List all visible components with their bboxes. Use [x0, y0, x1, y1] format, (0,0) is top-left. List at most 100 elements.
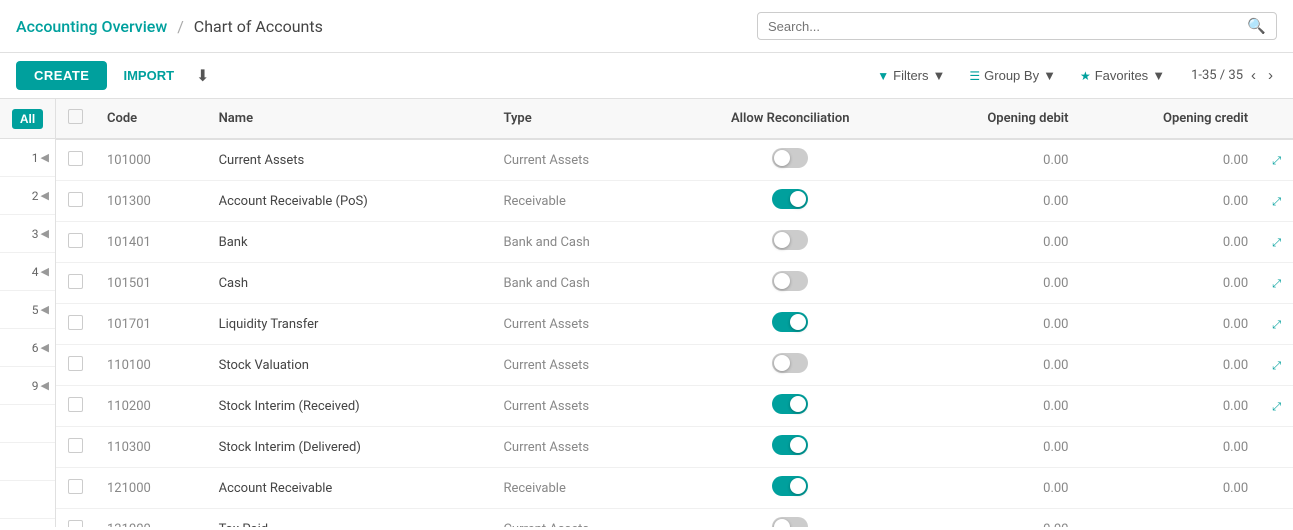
cell-expand[interactable] [1260, 427, 1293, 468]
toolbar-right: ▼ Filters ▼ ☰ Group By ▼ ★ Favorites ▼ 1… [867, 62, 1277, 89]
expand-arrow-5[interactable]: ◀ [41, 303, 49, 316]
row-checkbox[interactable] [68, 233, 83, 248]
reconciliation-toggle[interactable] [772, 189, 808, 209]
expand-arrow-3[interactable]: ◀ [41, 227, 49, 240]
table-row: 110100 Stock Valuation Current Assets 0.… [56, 345, 1293, 386]
reconciliation-toggle[interactable] [772, 312, 808, 332]
main-table: Code Name Type Allow Reconciliation Open… [56, 99, 1293, 527]
reconciliation-toggle[interactable] [772, 230, 808, 250]
download-button[interactable]: ⬇ [190, 62, 215, 90]
expand-arrow-7[interactable]: ◀ [41, 379, 49, 392]
toggle-knob [790, 314, 806, 330]
expand-arrow-6[interactable]: ◀ [41, 341, 49, 354]
expand-arrow-1[interactable]: ◀ [41, 151, 49, 164]
cell-reconciliation[interactable] [673, 468, 907, 509]
cell-opening-debit: 0.00 [908, 181, 1081, 222]
left-row-9 [0, 443, 55, 481]
cell-reconciliation[interactable] [673, 427, 907, 468]
reconciliation-toggle[interactable] [772, 517, 808, 527]
pagination: 1-35 / 35 ‹ › [1191, 65, 1277, 86]
expand-arrow-4[interactable]: ◀ [41, 265, 49, 278]
search-icon: 🔍 [1247, 17, 1266, 35]
cell-opening-credit: 0.00 [1081, 345, 1261, 386]
row-checkbox[interactable] [68, 315, 83, 330]
cell-opening-debit: 0.00 [908, 468, 1081, 509]
reconciliation-toggle[interactable] [772, 148, 808, 168]
col-header-name: Name [207, 99, 492, 139]
row-num-3: 3 [32, 227, 39, 241]
favorites-button[interactable]: ★ Favorites ▼ [1070, 62, 1175, 89]
row-expand-icon[interactable]: ⤢ [1272, 277, 1281, 290]
search-input[interactable] [768, 19, 1247, 34]
cell-expand[interactable]: ⤢ [1260, 222, 1293, 263]
row-num-2: 2 [32, 189, 39, 203]
cell-type: Current Assets [491, 139, 673, 181]
col-header-code: Code [95, 99, 207, 139]
cell-expand[interactable] [1260, 509, 1293, 528]
toggle-knob [774, 519, 790, 527]
groupby-button[interactable]: ☰ Group By ▼ [959, 62, 1066, 89]
cell-reconciliation[interactable] [673, 139, 907, 181]
breadcrumb-current: Chart of Accounts [194, 17, 323, 36]
row-checkbox[interactable] [68, 192, 83, 207]
cell-reconciliation[interactable] [673, 263, 907, 304]
cell-expand[interactable]: ⤢ [1260, 386, 1293, 427]
row-expand-icon[interactable]: ⤢ [1272, 154, 1281, 167]
reconciliation-toggle[interactable] [772, 394, 808, 414]
reconciliation-toggle[interactable] [772, 353, 808, 373]
table-row: 101300 Account Receivable (PoS) Receivab… [56, 181, 1293, 222]
table-container: All 1 ◀ 2 ◀ 3 ◀ 4 ◀ 5 ◀ 6 ◀ 9 ◀ [0, 99, 1293, 527]
favorites-label: Favorites [1095, 68, 1148, 83]
cell-reconciliation[interactable] [673, 304, 907, 345]
cell-reconciliation[interactable] [673, 181, 907, 222]
breadcrumb-link[interactable]: Accounting Overview [16, 17, 167, 36]
reconciliation-toggle[interactable] [772, 271, 808, 291]
cell-expand[interactable]: ⤢ [1260, 304, 1293, 345]
row-checkbox[interactable] [68, 438, 83, 453]
cell-expand[interactable]: ⤢ [1260, 345, 1293, 386]
row-num-7: 9 [32, 379, 39, 393]
cell-expand[interactable]: ⤢ [1260, 181, 1293, 222]
cell-reconciliation[interactable] [673, 222, 907, 263]
row-checkbox[interactable] [68, 151, 83, 166]
row-checkbox[interactable] [68, 274, 83, 289]
import-button[interactable]: IMPORT [115, 61, 182, 90]
cell-reconciliation[interactable] [673, 345, 907, 386]
left-row-7: 9 ◀ [0, 367, 55, 405]
next-page-button[interactable]: › [1264, 65, 1277, 86]
prev-page-button[interactable]: ‹ [1247, 65, 1260, 86]
groupby-icon: ☰ [969, 69, 980, 83]
table-row: 101701 Liquidity Transfer Current Assets… [56, 304, 1293, 345]
expand-arrow-2[interactable]: ◀ [41, 189, 49, 202]
row-checkbox[interactable] [68, 520, 83, 528]
table-row: 121000 Account Receivable Receivable 0.0… [56, 468, 1293, 509]
cell-reconciliation[interactable] [673, 509, 907, 528]
toggle-knob [790, 478, 806, 494]
cell-code: 110300 [95, 427, 207, 468]
reconciliation-toggle[interactable] [772, 435, 808, 455]
row-expand-icon[interactable]: ⤢ [1272, 359, 1281, 372]
select-all-checkbox[interactable] [68, 109, 83, 124]
row-checkbox[interactable] [68, 479, 83, 494]
reconciliation-toggle[interactable] [772, 476, 808, 496]
toggle-knob [790, 437, 806, 453]
cell-reconciliation[interactable] [673, 386, 907, 427]
cell-opening-debit: 0.00 [908, 386, 1081, 427]
create-button[interactable]: CREATE [16, 61, 107, 90]
cell-expand[interactable]: ⤢ [1260, 263, 1293, 304]
row-expand-icon[interactable]: ⤢ [1272, 400, 1281, 413]
row-checkbox[interactable] [68, 356, 83, 371]
row-expand-icon[interactable]: ⤢ [1272, 236, 1281, 249]
favorites-icon: ★ [1080, 69, 1091, 83]
row-expand-icon[interactable]: ⤢ [1272, 195, 1281, 208]
all-button[interactable]: All [12, 109, 43, 129]
cell-opening-credit: 0.00 [1081, 222, 1261, 263]
cell-code: 101401 [95, 222, 207, 263]
row-checkbox[interactable] [68, 397, 83, 412]
cell-expand[interactable] [1260, 468, 1293, 509]
cell-expand[interactable]: ⤢ [1260, 139, 1293, 181]
filters-button[interactable]: ▼ Filters ▼ [867, 62, 955, 89]
favorites-arrow: ▼ [1152, 68, 1165, 83]
row-expand-icon[interactable]: ⤢ [1272, 318, 1281, 331]
filters-arrow: ▼ [933, 68, 946, 83]
